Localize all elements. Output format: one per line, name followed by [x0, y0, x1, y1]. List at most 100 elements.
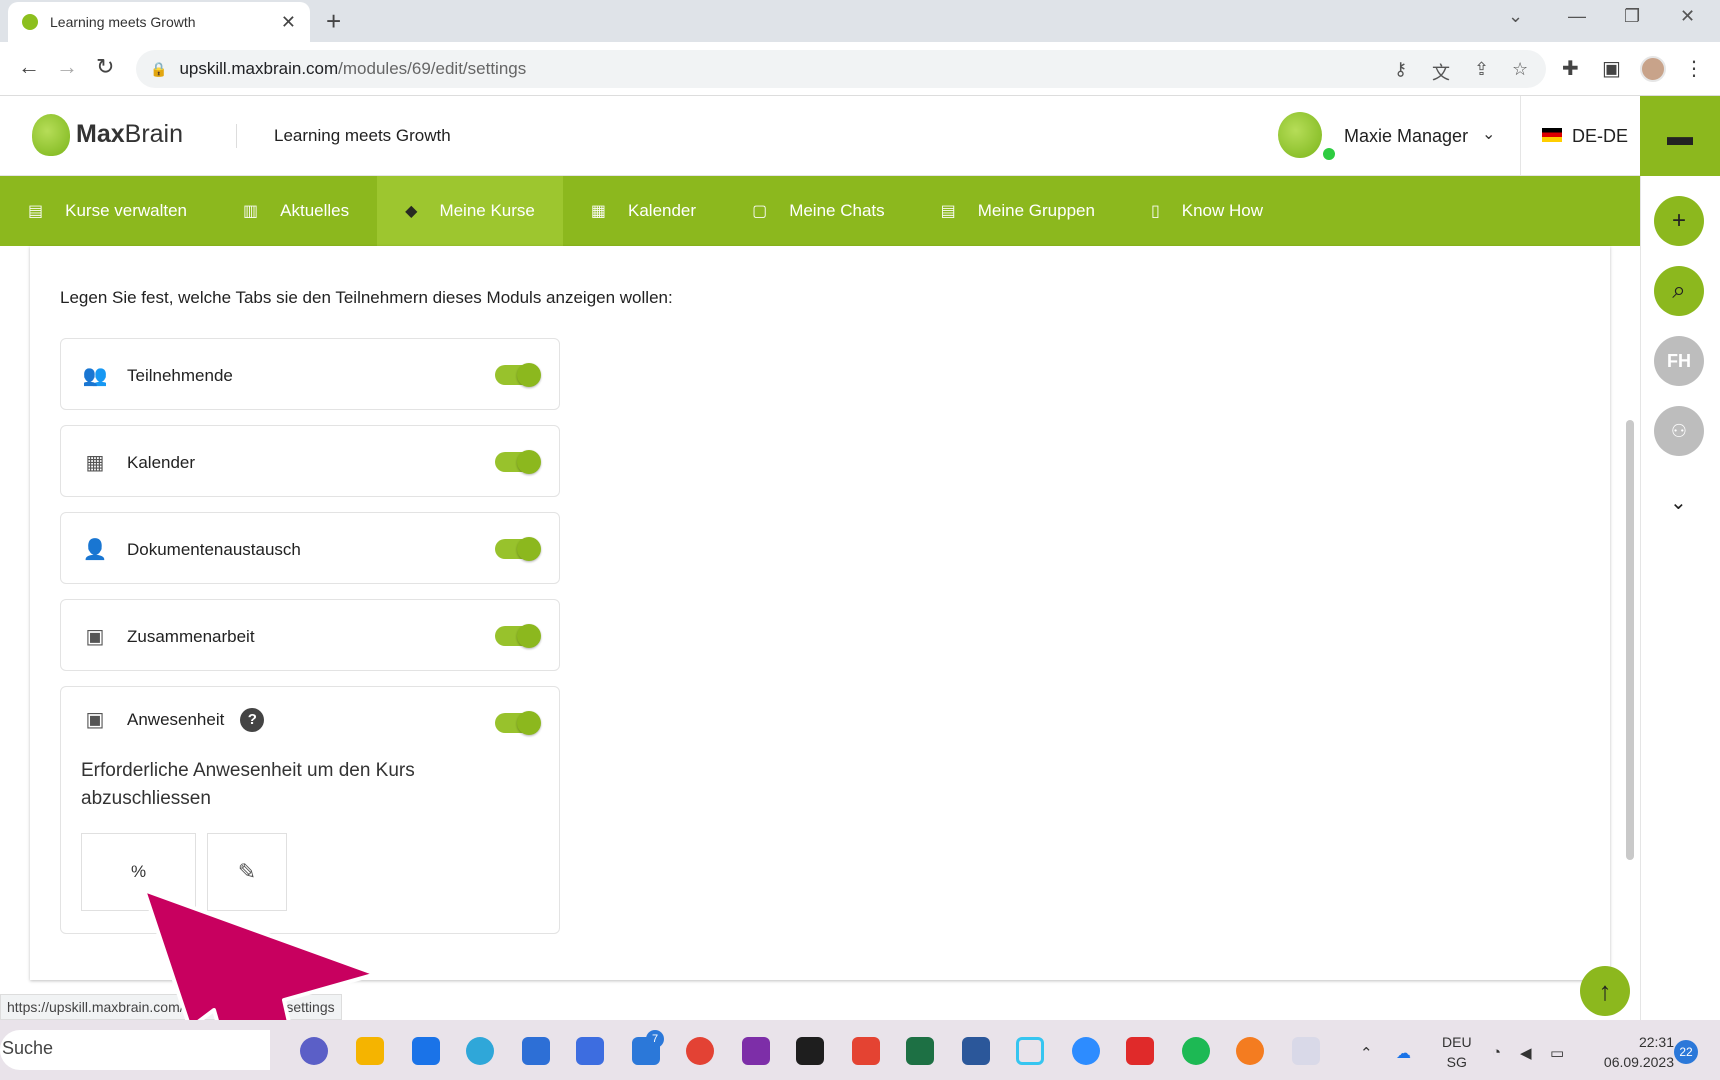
new-tab-button[interactable]: + — [326, 6, 341, 37]
header-divider-vertical — [1520, 96, 1521, 176]
snipping-tool-icon[interactable] — [1292, 1037, 1320, 1065]
toggle-zusammenarbeit[interactable] — [495, 624, 541, 648]
nav-item-kurse-verwalten[interactable]: ▤ Kurse verwalten — [0, 176, 215, 246]
nav-item-meine-gruppen[interactable]: ▤ Meine Gruppen — [913, 176, 1123, 246]
key-icon[interactable]: ⚷ — [1394, 59, 1407, 80]
scroll-to-top-button[interactable]: ↑ — [1580, 966, 1630, 1016]
close-tab-icon[interactable]: ✕ — [281, 12, 296, 33]
store-icon[interactable] — [522, 1037, 550, 1065]
chrome-icon[interactable] — [686, 1037, 714, 1065]
url-input[interactable]: 🔒 upskill.maxbrain.com/modules/69/edit/s… — [136, 50, 1546, 88]
l-app-icon[interactable] — [412, 1037, 440, 1065]
word-icon[interactable] — [962, 1037, 990, 1065]
option-label: Kalender — [127, 452, 196, 472]
user-name[interactable]: Maxie Manager — [1344, 126, 1468, 147]
attendance-required-label: Erforderliche Anwesenheit um den Kurs ab… — [81, 760, 415, 809]
extensions-icon[interactable]: ✚ — [1562, 56, 1579, 81]
share-icon[interactable]: ⇪ — [1474, 59, 1489, 80]
minimize-icon[interactable]: — — [1568, 6, 1586, 27]
onenote-icon[interactable] — [742, 1037, 770, 1065]
brain-logo-icon — [32, 114, 70, 156]
chevron-down-icon[interactable]: ⌄ — [1670, 490, 1687, 515]
scrollbar[interactable] — [1626, 420, 1634, 860]
edge-icon[interactable] — [466, 1037, 494, 1065]
toggle-dokumentenaustausch[interactable] — [495, 537, 541, 561]
user-initials-avatar[interactable]: FH — [1654, 336, 1704, 386]
chevron-down-icon[interactable]: ⌄ — [1482, 124, 1495, 144]
person-document-icon: 👤 — [82, 539, 108, 561]
toggle-anwesenheit[interactable] — [495, 711, 541, 735]
search-icon[interactable]: ⌕ — [1654, 266, 1704, 316]
calendar-icon: ▦ — [590, 203, 606, 220]
zoom-icon[interactable] — [1072, 1037, 1100, 1065]
file-explorer-icon[interactable] — [356, 1037, 384, 1065]
translate-icon[interactable]: 文 — [1432, 59, 1450, 85]
battery-icon[interactable]: ▭ — [1550, 1044, 1564, 1062]
browser-profile-avatar[interactable] — [1640, 56, 1666, 82]
url-path: /modules/69/edit/settings — [338, 59, 527, 78]
user-avatar[interactable] — [1278, 112, 1322, 158]
option-card-zusammenarbeit: ▣ Zusammenarbeit — [60, 599, 560, 671]
groups-icon[interactable]: ⚇ — [1654, 406, 1704, 456]
header-divider — [236, 124, 237, 148]
header-title: Learning meets Growth — [274, 126, 451, 145]
toggle-teilnehmende[interactable] — [495, 363, 541, 387]
help-icon[interactable]: ? — [240, 707, 265, 732]
spotify-icon[interactable] — [1182, 1037, 1210, 1065]
back-icon[interactable]: ← — [18, 54, 40, 80]
nav-item-aktuelles[interactable]: ▥ Aktuelles — [215, 176, 377, 246]
forward-icon[interactable]: → — [56, 54, 78, 80]
taskbar-clock[interactable]: 22:31 06.09.2023 — [1590, 1032, 1674, 1072]
nav-item-know-how[interactable]: ▯ Know How — [1123, 176, 1291, 246]
teams-icon[interactable] — [300, 1037, 328, 1065]
add-icon[interactable]: + — [1654, 196, 1704, 246]
figma-icon[interactable] — [796, 1037, 824, 1065]
language-selector[interactable]: DE-DE — [1572, 126, 1628, 147]
restore-icon[interactable]: ❐ — [1624, 6, 1640, 27]
tab-title: Learning meets Growth — [50, 14, 196, 30]
affinity-icon[interactable] — [576, 1037, 604, 1065]
wifi-icon[interactable]: ◔ — [1492, 1044, 1501, 1061]
taskbar-search-input[interactable]: Suche — [0, 1030, 270, 1070]
messages-icon[interactable]: ▬ — [1640, 96, 1720, 176]
chevron-up-icon[interactable]: ⌃ — [1360, 1044, 1373, 1062]
chat-icon: ▢ — [752, 203, 768, 220]
nav-item-meine-chats[interactable]: ▢ Meine Chats — [724, 176, 913, 246]
nav-item-kalender[interactable]: ▦ Kalender — [563, 176, 724, 246]
main-nav: ▤ Kurse verwalten ▥ Aktuelles ◆ Meine Kurse… — [0, 176, 1640, 246]
tab-search-icon[interactable]: ⌄ — [1508, 6, 1523, 27]
attendance-percent-input[interactable]: % — [81, 833, 196, 911]
group-card-icon: ▤ — [940, 203, 956, 220]
todoist-icon[interactable] — [852, 1037, 880, 1065]
input-language[interactable]: DEU SG — [1442, 1032, 1472, 1072]
option-label: Zusammenarbeit — [127, 626, 255, 646]
logo-text[interactable]: MaxBrain — [76, 120, 183, 149]
option-label: Teilnehmende — [127, 365, 233, 385]
slack-icon[interactable] — [1016, 1037, 1044, 1065]
people-icon: 👥 — [82, 365, 108, 387]
browser-tab[interactable]: Learning meets Growth ✕ — [8, 2, 310, 42]
book-icon: ▯ — [1150, 203, 1160, 220]
volume-icon[interactable]: ◀ — [1520, 1044, 1532, 1062]
todo-badge: 7 — [646, 1030, 664, 1048]
reload-icon[interactable]: ↻ — [96, 54, 114, 80]
edit-icon[interactable]: ✎ — [207, 833, 287, 911]
option-label: Dokumentenaustausch — [127, 539, 301, 559]
notification-badge[interactable]: 22 — [1674, 1040, 1698, 1064]
status-url: https://upskill.maxbrain.com/modules/69/… — [0, 994, 342, 1020]
option-card-kalender: ▦ Kalender — [60, 425, 560, 497]
excel-icon[interactable] — [906, 1037, 934, 1065]
side-panel-icon[interactable]: ▣ — [1602, 56, 1621, 81]
calendar-icon: ▦ — [85, 452, 105, 474]
browser-menu-icon[interactable]: ⋮ — [1684, 56, 1704, 81]
nav-item-meine-kurse[interactable]: ◆ Meine Kurse — [377, 176, 563, 246]
onedrive-icon[interactable]: ☁ — [1396, 1044, 1411, 1062]
german-flag-icon — [1542, 128, 1562, 142]
option-label: Anwesenheit — [127, 709, 225, 729]
toggle-kalender[interactable] — [495, 450, 541, 474]
close-window-icon[interactable]: ✕ — [1680, 6, 1695, 27]
browser-tabstrip: Learning meets Growth ✕ + ⌄ — ❐ ✕ — [0, 0, 1720, 42]
star-icon[interactable]: ☆ — [1512, 59, 1528, 80]
bitwarden-icon[interactable] — [1126, 1037, 1154, 1065]
vpn-icon[interactable] — [1236, 1037, 1264, 1065]
